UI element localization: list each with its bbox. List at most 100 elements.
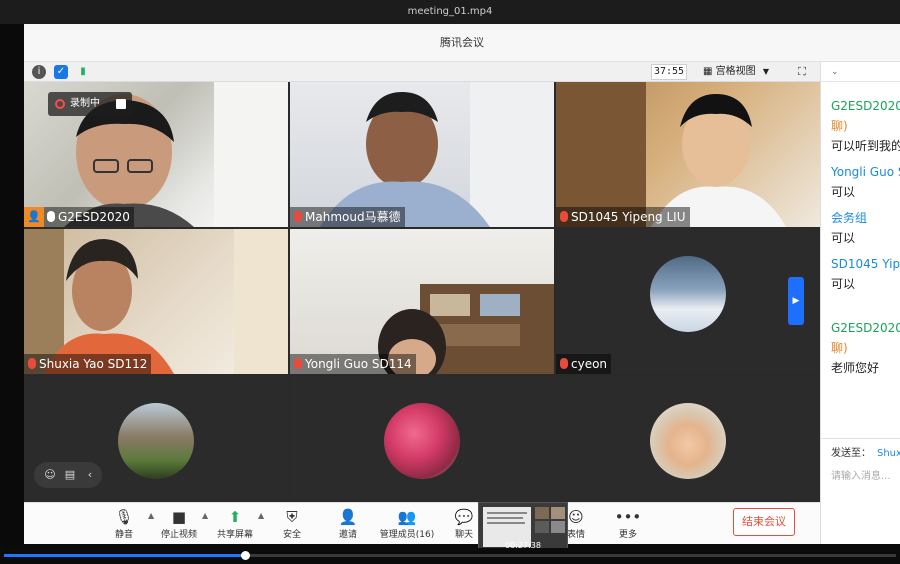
members-icon: 👥 [397, 508, 417, 526]
send-to-selector[interactable]: 发送至： Shux [831, 444, 900, 459]
video-tile[interactable]: Mahmoud马慕德 [290, 82, 554, 227]
mute-label: 静音 [114, 530, 133, 540]
share-screen-icon: ⬆ [228, 508, 242, 526]
chevron-down-icon[interactable]: ⌄ [821, 62, 900, 82]
more-icon: ••• [614, 508, 642, 526]
participant-name-bar: SD1045 Yipeng LIU [556, 207, 690, 227]
add-user-icon: 👤 [338, 508, 358, 526]
participant-name: cyeon [571, 357, 608, 371]
record-icon [55, 99, 65, 109]
video-tile[interactable]: SD1045 Yipeng LIU [556, 82, 820, 227]
info-icon[interactable]: i [32, 65, 46, 79]
video-tile[interactable]: cyeon [556, 229, 820, 374]
video-tile[interactable] [556, 376, 820, 502]
meeting-info-bar: i ✓ ▮ 37:55 ▦ 宫格视图 ▼ ⛶ [24, 62, 820, 82]
mic-muted-icon [560, 211, 568, 222]
chevron-left-icon[interactable]: ‹ [82, 467, 98, 483]
invite-label: 邀请 [338, 530, 357, 540]
mic-muted-icon [294, 358, 302, 369]
next-page-button[interactable]: ▶ [788, 277, 804, 325]
grid-view-icon: ▦ [703, 66, 713, 77]
mic-muted-icon [560, 358, 568, 369]
window-title: 腾讯会议 [24, 24, 900, 62]
share-screen-button[interactable]: ⬆ 共享屏幕 [206, 507, 264, 541]
more-label: 更多 [618, 530, 637, 540]
mic-muted-icon [28, 358, 36, 369]
fullscreen-icon[interactable]: ⛶ [794, 64, 810, 80]
chat-messages: G2ESD2020 聊) 可以听到我的 Yongli Guo S 可以 会务组 … [831, 96, 900, 384]
meeting-timer: 37:55 [651, 64, 687, 80]
participant-avatar [650, 403, 726, 479]
participant-video [556, 82, 786, 227]
send-to-value: Shux [877, 448, 900, 459]
chat-message: 可以听到我的 [831, 139, 900, 153]
participant-name-bar: cyeon [556, 354, 612, 374]
host-icon: 👤 [24, 207, 44, 227]
video-tile[interactable]: Shuxia Yao SD112 [24, 229, 288, 374]
video-tile[interactable]: 录制中 👤 G2ESD2020 [24, 82, 288, 227]
invite-button[interactable]: 👤 邀请 [320, 507, 376, 541]
chat-input[interactable]: 请输入消息... [831, 467, 891, 482]
participant-name-bar: Mahmoud马慕德 [290, 207, 405, 227]
seek-handle[interactable] [241, 551, 250, 560]
stop-video-button[interactable]: ■ 停止视频 [150, 507, 208, 541]
mic-icon [47, 211, 55, 222]
video-grid: 录制中 👤 G2ESD2020 Mahmoud马慕德 SD1045 Yipeng… [24, 82, 820, 502]
stop-video-label: 停止视频 [160, 530, 197, 540]
chat-label: 聊天 [454, 530, 473, 540]
shield-icon[interactable]: ✓ [54, 65, 68, 79]
view-mode-selector[interactable]: ▦ 宫格视图 ▼ [703, 64, 781, 80]
send-to-label: 发送至： [831, 448, 871, 459]
participant-name: Yongli Guo SD114 [305, 357, 412, 371]
chat-message: 可以 [831, 185, 856, 199]
chat-sender: SD1045 Yipe [831, 257, 900, 271]
participant-name-bar: Yongli Guo SD114 [290, 354, 416, 374]
view-mode-label: 宫格视图 [715, 66, 756, 77]
manage-members-label: 管理成员(16) [379, 530, 435, 540]
chat-sender: Yongli Guo S [831, 165, 900, 179]
chat-message: 老师您好 [831, 361, 880, 375]
recording-label: 录制中 [70, 98, 100, 109]
reactions-label: 表情 [566, 530, 585, 540]
chat-message: 可以 [831, 277, 856, 291]
video-tile[interactable]: Yongli Guo SD114 [290, 229, 554, 374]
file-title: meeting_01.mp4 [407, 6, 493, 17]
security-button[interactable]: ⛨ 安全 [264, 507, 320, 541]
meeting-toolbar: 🎙 静音 ▲ ■ 停止视频 ▲ ⬆ 共享屏幕 ▲ ⛨ 安全 👤 邀请 👥 管理成… [24, 502, 820, 544]
seek-preview-thumbnail: 00:27:38 [478, 502, 568, 552]
player-title-bar: meeting_01.mp4 [0, 0, 900, 24]
divider [821, 438, 900, 439]
chat-panel: ⌄ G2ESD2020 聊) 可以听到我的 Yongli Guo S 可以 会务… [820, 62, 900, 544]
chevron-down-icon: ▼ [762, 67, 769, 76]
seek-progress [4, 554, 245, 557]
share-screen-label: 共享屏幕 [216, 530, 253, 540]
signal-icon[interactable]: ▮ [76, 65, 90, 79]
participant-name: SD1045 Yipeng LIU [571, 210, 686, 224]
player-seekbar[interactable] [0, 548, 900, 564]
more-button[interactable]: ••• 更多 [600, 507, 656, 541]
participant-name: G2ESD2020 [58, 210, 130, 224]
app-title: 腾讯会议 [440, 36, 484, 49]
chat-sender: G2ESD2020 [831, 321, 900, 335]
video-tile[interactable] [290, 376, 554, 502]
participant-avatar [650, 256, 726, 332]
message-icon[interactable]: ▤ [62, 467, 78, 483]
participant-name: Shuxia Yao SD112 [39, 357, 148, 371]
chat-message: 可以 [831, 231, 856, 245]
manage-members-button[interactable]: 👥 管理成员(16) [372, 507, 442, 541]
shield-icon: ⛨ [286, 508, 298, 526]
meeting-window: 腾讯会议 i ✓ ▮ 37:55 ▦ 宫格视图 ▼ ⛶ 录制中 👤 G2ESD2… [24, 24, 900, 544]
participant-avatar [384, 403, 460, 479]
chat-sender: 会务组 [831, 211, 868, 225]
end-meeting-button[interactable]: 结束会议 [733, 508, 795, 536]
recording-indicator: 录制中 [48, 92, 132, 116]
mute-button[interactable]: 🎙 静音 [96, 507, 152, 541]
emoji-icon[interactable]: ☺ [42, 467, 58, 483]
participant-avatar [118, 403, 194, 479]
chat-tag: 聊) [831, 341, 848, 355]
security-label: 安全 [282, 530, 301, 540]
stop-record-icon[interactable] [116, 99, 126, 109]
participant-video [378, 284, 554, 374]
participant-video [24, 229, 288, 374]
chat-sender: G2ESD2020 [831, 99, 900, 113]
